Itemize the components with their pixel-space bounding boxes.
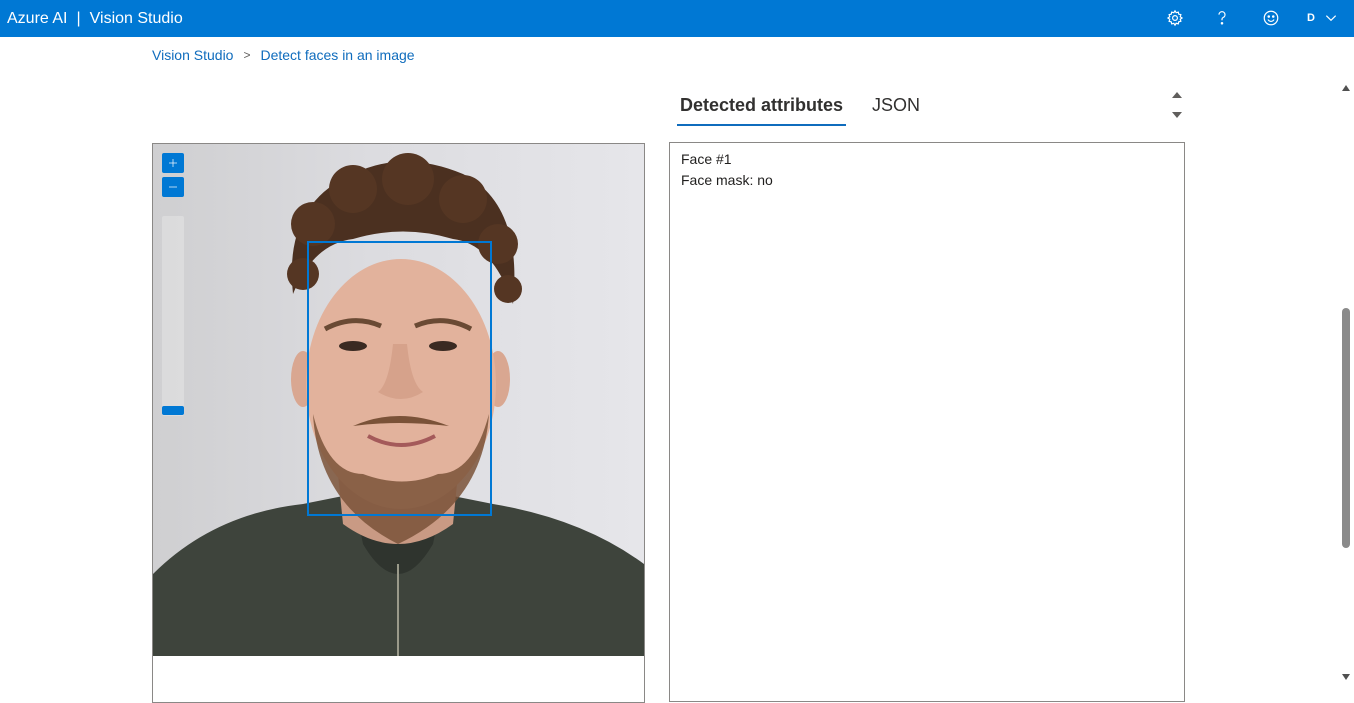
result-tabs: Detected attributes JSON xyxy=(677,95,946,126)
scroll-up-icon[interactable] xyxy=(1172,92,1182,98)
help-button[interactable] xyxy=(1210,6,1234,30)
top-bar: Azure AI | Vision Studio D xyxy=(0,0,1354,37)
face-mask-attribute: Face mask: no xyxy=(681,172,773,188)
breadcrumb-separator: > xyxy=(243,48,251,62)
breadcrumb-current[interactable]: Detect faces in an image xyxy=(260,47,414,63)
account-initial: D xyxy=(1307,12,1315,24)
account-menu[interactable]: D xyxy=(1304,6,1342,30)
face-title: Face #1 xyxy=(681,151,732,167)
app-name: Vision Studio xyxy=(89,9,183,27)
scrollbar-thumb[interactable] xyxy=(1342,308,1350,548)
chevron-down-icon xyxy=(1325,15,1337,22)
tab-detected-attributes[interactable]: Detected attributes xyxy=(677,95,847,126)
page-scrollbar[interactable] xyxy=(1339,80,1354,691)
help-icon xyxy=(1218,11,1226,25)
image-viewer xyxy=(152,143,645,703)
product-name: Azure AI xyxy=(7,9,68,27)
scroll-down-icon[interactable] xyxy=(1172,112,1182,118)
brand[interactable]: Azure AI | Vision Studio xyxy=(0,10,183,28)
breadcrumb-root-link[interactable]: Vision Studio xyxy=(152,47,233,63)
settings-button[interactable] xyxy=(1163,6,1187,30)
breadcrumb: Vision Studio > Detect faces in an image xyxy=(152,47,415,63)
zoom-slider-track[interactable] xyxy=(162,216,184,416)
feedback-button[interactable] xyxy=(1259,6,1283,30)
zoom-in-button[interactable] xyxy=(162,153,184,173)
detected-attributes-panel: Face #1 Face mask: no xyxy=(669,142,1185,702)
face-bounding-box[interactable] xyxy=(307,241,492,516)
brand-separator: | xyxy=(76,9,81,27)
zoom-out-button[interactable] xyxy=(162,177,184,197)
face-photo xyxy=(153,144,644,656)
zoom-slider-thumb[interactable] xyxy=(162,406,184,415)
tab-json[interactable]: JSON xyxy=(869,95,923,126)
scroll-down-arrow-icon[interactable] xyxy=(1342,674,1350,680)
tab-scroll-control[interactable] xyxy=(1170,90,1184,124)
gear-icon xyxy=(1166,9,1184,27)
scroll-up-arrow-icon[interactable] xyxy=(1342,85,1350,91)
smile-icon xyxy=(1263,10,1279,26)
